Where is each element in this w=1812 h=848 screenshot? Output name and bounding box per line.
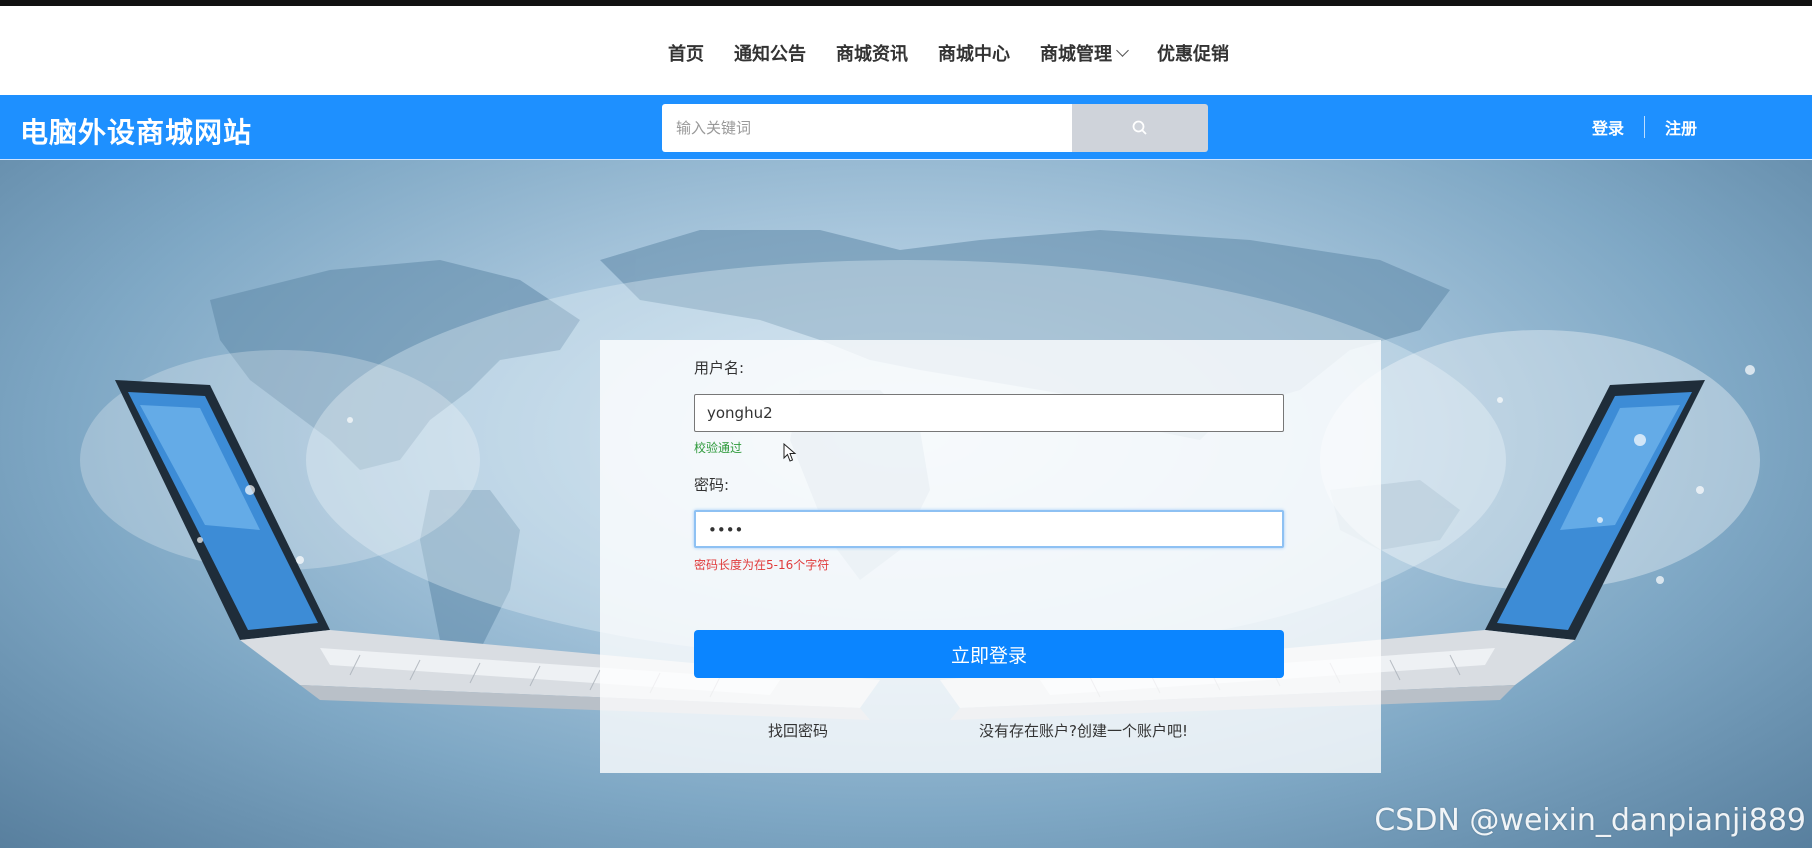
forgot-password-link[interactable]: 找回密码 <box>768 720 828 741</box>
auth-links: 登录 注册 <box>1592 115 1697 139</box>
site-title: 电脑外设商城网站 <box>20 116 253 149</box>
nav-home[interactable]: 首页 <box>668 40 704 66</box>
search-input[interactable] <box>662 104 1072 152</box>
nav-mall-manage-label: 商城管理 <box>1040 44 1112 65</box>
nav-mall-manage[interactable]: 商城管理 <box>1040 40 1129 66</box>
auth-divider <box>1644 116 1646 138</box>
chevron-down-icon <box>1116 43 1129 57</box>
username-field[interactable]: yonghu2 <box>694 394 1284 432</box>
create-account-link[interactable]: 没有存在账户?创建一个账户吧! <box>979 720 1188 741</box>
username-label: 用户名: <box>694 359 745 377</box>
login-link[interactable]: 登录 <box>1592 115 1624 139</box>
header-bar: 电脑外设商城网站 登录 注册 <box>0 95 1812 160</box>
page: 首页 通知公告 商城资讯 商城中心 商城管理 优惠促销 电脑外设商城网站 登录 <box>0 0 1812 848</box>
password-hint: 密码长度为在5-16个字符 <box>694 558 830 572</box>
username-hint: 校验通过 <box>694 441 743 455</box>
watermark: CSDN @weixin_danpianji889 <box>1374 803 1806 838</box>
mouse-pointer-icon <box>783 443 797 462</box>
nav-mall-center[interactable]: 商城中心 <box>938 40 1010 66</box>
nav-promotions[interactable]: 优惠促销 <box>1157 40 1229 66</box>
login-card: 用户名: yonghu2 校验通过 密码: •••• 密码长度为在5-16个字符… <box>600 340 1381 773</box>
nav-news[interactable]: 商城资讯 <box>836 40 908 66</box>
nav-list: 首页 通知公告 商城资讯 商城中心 商城管理 优惠促销 <box>668 40 1229 66</box>
search-box <box>662 104 1208 152</box>
search-icon <box>1132 120 1147 135</box>
login-submit-button[interactable]: 立即登录 <box>694 630 1284 678</box>
password-field[interactable]: •••• <box>694 510 1284 548</box>
top-nav: 首页 通知公告 商城资讯 商城中心 商城管理 优惠促销 <box>0 6 1812 95</box>
register-link[interactable]: 注册 <box>1665 115 1697 139</box>
search-button[interactable] <box>1072 104 1208 152</box>
password-label: 密码: <box>694 476 730 494</box>
nav-notices[interactable]: 通知公告 <box>734 40 806 66</box>
